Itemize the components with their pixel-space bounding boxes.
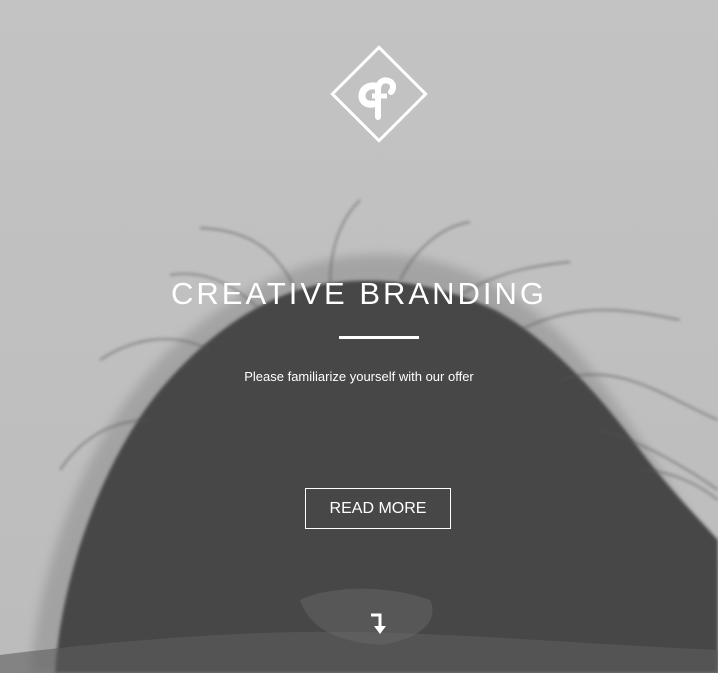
read-more-button[interactable]: READ MORE [305, 488, 451, 529]
scroll-down-button[interactable] [369, 612, 389, 638]
hero-subtitle: Please familiarize yourself with our off… [244, 369, 474, 384]
hero-section: CREATIVE BRANDING Please familiarize you… [0, 0, 718, 673]
hero-title: CREATIVE BRANDING [171, 276, 547, 311]
arrow-down-turn-icon [371, 613, 386, 634]
title-divider [339, 336, 419, 339]
diamond-logo-icon [330, 45, 428, 143]
brand-logo[interactable] [323, 38, 435, 150]
